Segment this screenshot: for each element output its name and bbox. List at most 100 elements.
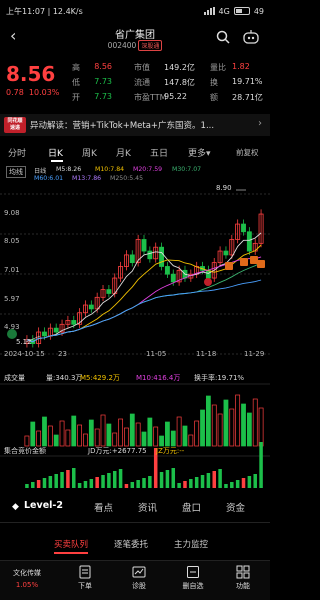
auction-bar: [101, 475, 105, 488]
auction-bar: [66, 470, 70, 488]
order-button[interactable]: 下单: [58, 565, 112, 591]
news-source-logo: 同花顺 速递: [4, 117, 26, 133]
volume-bar: [194, 420, 200, 447]
volume-bar: [42, 416, 47, 447]
news-ticker[interactable]: 同花顺 速递 异动解读：营销+TikTok+Meta+广东国资。1... ›: [0, 114, 270, 136]
tab-daily[interactable]: 日K: [48, 146, 63, 159]
tab-capital[interactable]: 资金: [226, 500, 245, 514]
volume-bar: [211, 404, 217, 447]
volume-bar: [118, 418, 123, 447]
volume-bar: [176, 416, 182, 447]
volume-label[interactable]: 成交量: [4, 373, 25, 383]
remove-watchlist-button[interactable]: 删自选: [166, 565, 220, 591]
x-tick-label: 23: [58, 350, 67, 358]
auction-bar: [189, 479, 193, 488]
divider: [0, 522, 270, 523]
volume-bar: [30, 421, 36, 447]
volume-bar: [170, 430, 176, 447]
auction-bar: [107, 473, 111, 488]
event-badge-icon: [225, 262, 233, 270]
volume-bar: [246, 412, 252, 447]
candle-body: [42, 331, 47, 337]
tab-intraday[interactable]: 分时: [8, 146, 26, 159]
ma20-value: M20:7.59: [133, 166, 163, 173]
volume-bar: [135, 422, 141, 447]
tab-news[interactable]: 资讯: [138, 500, 157, 514]
quote-value: 28.71亿: [232, 93, 263, 102]
auction-bar: [48, 476, 53, 488]
quote-label: 换: [210, 78, 218, 87]
auction-label[interactable]: 集合竞价金额: [4, 446, 46, 456]
y-tick-label: 8.05: [4, 237, 20, 245]
auction-bar: [60, 472, 64, 488]
subtab-queue[interactable]: 买卖队列: [54, 538, 89, 554]
search-icon[interactable]: [216, 30, 230, 44]
candle-body: [88, 304, 94, 310]
auction-bar: [224, 484, 228, 488]
volume-bar: [182, 425, 188, 447]
candle-body: [129, 254, 135, 264]
tab-more[interactable]: 更多▾: [188, 146, 211, 159]
diagnose-icon: [132, 566, 146, 578]
quote-label: 流通: [134, 78, 150, 87]
x-tick-label: 11-18: [196, 350, 217, 358]
tab-level2[interactable]: Level-2: [24, 500, 63, 511]
volume-ma5: M5:429.2万: [80, 374, 120, 382]
volume-bar: [47, 425, 53, 447]
current-price: 8.56: [6, 62, 56, 86]
auction-bar: [206, 473, 211, 488]
y-tick-label: 7.01: [4, 266, 20, 274]
remove-watchlist-icon: [187, 566, 199, 578]
candle-body: [246, 231, 252, 252]
auction-bar: [194, 477, 199, 488]
remove-watchlist-label: 删自选: [182, 582, 204, 590]
event-badge-icon: [250, 256, 258, 264]
subtab-main-monitor[interactable]: 主力监控: [174, 538, 208, 550]
tab-monthly[interactable]: 月K: [116, 146, 131, 159]
auction-bar: [95, 477, 99, 488]
event-badge-icon: [257, 260, 265, 268]
volume-bar: [229, 408, 235, 447]
tab-five-day[interactable]: 五日: [150, 146, 168, 159]
volume-bar: [65, 429, 71, 447]
tab-weekly[interactable]: 周K: [82, 146, 97, 159]
tab-orderbook[interactable]: 盘口: [182, 500, 201, 514]
diagnose-label: 诊股: [132, 582, 146, 590]
functions-button[interactable]: 功能: [216, 565, 270, 591]
diagnose-button[interactable]: 诊股: [112, 565, 166, 591]
volume-bar: [83, 433, 88, 447]
volume-bar: [141, 431, 147, 447]
ma5-value: M5:8.26: [56, 166, 82, 173]
auction-bar: [142, 478, 146, 488]
tab-highlights[interactable]: 看点: [94, 500, 113, 514]
candle-body: [71, 320, 77, 325]
quote-label: 低: [72, 78, 80, 87]
auction-bar: [212, 471, 216, 488]
volume-bar: [205, 395, 211, 447]
adjust-toggle[interactable]: 前复权: [236, 147, 259, 158]
ma-legend: 均线 日线 M5:8.26 M10:7.84 M20:7.59 M30:7.07…: [0, 166, 270, 186]
x-tick-label: 11-05: [146, 350, 167, 358]
volume-bar: [59, 420, 65, 447]
auction-bar: [36, 480, 41, 488]
volume-bar: [124, 427, 129, 447]
assistant-robot-icon[interactable]: [242, 29, 260, 45]
candle-body: [223, 250, 229, 256]
volume-bar: [165, 421, 170, 447]
sector-label: 文化传媒: [13, 569, 41, 577]
auction-bar: [31, 482, 35, 488]
sector-button[interactable]: 文化传媒 1.05%: [0, 565, 54, 589]
volume-bar: [106, 423, 112, 447]
auction-bar: [247, 476, 252, 488]
ma-selector[interactable]: 均线: [6, 166, 26, 178]
quote-label: 额: [210, 93, 218, 102]
auction-jz: JZ万元:--: [156, 447, 185, 455]
auction-bar: [118, 469, 123, 488]
status-time: 上午11:07 | 12.4K/s: [6, 6, 83, 16]
quote-label: 量比: [210, 63, 226, 72]
volume-bar: [252, 398, 258, 447]
subtab-order-detail[interactable]: 逐笔委托: [114, 538, 148, 550]
volume-bar: [71, 415, 77, 447]
ma30-value: M30:7.07: [172, 166, 202, 173]
auction-bar: [25, 484, 29, 488]
